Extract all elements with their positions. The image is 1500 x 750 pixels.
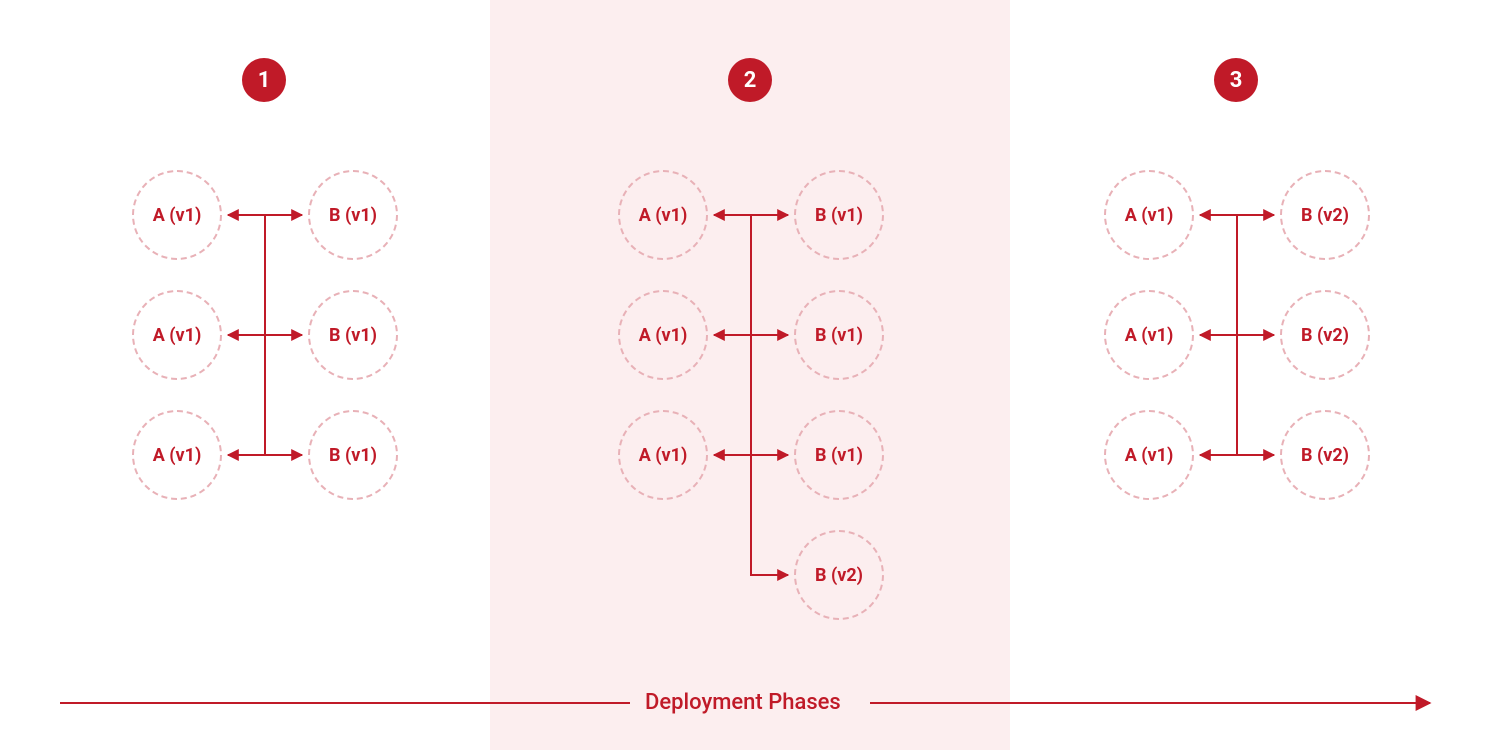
phase1-node-a-1: A (v1) (132, 170, 222, 260)
phase3-node-a-1: A (v1) (1104, 170, 1194, 260)
phase2-node-b-4: B (v2) (794, 530, 884, 620)
phase3-node-b-3: B (v2) (1280, 410, 1370, 500)
phase-badge-2: 2 (728, 58, 772, 102)
phase2-node-a-1: A (v1) (618, 170, 708, 260)
phase1-node-b-1: B (v1) (308, 170, 398, 260)
phase2-node-b-1: B (v1) (794, 170, 884, 260)
phase3-node-b-1: B (v2) (1280, 170, 1370, 260)
phase3-connectors (1194, 170, 1280, 500)
phase1-node-a-3: A (v1) (132, 410, 222, 500)
phase1-node-b-2: B (v1) (308, 290, 398, 380)
phase2-node-a-2: A (v1) (618, 290, 708, 380)
phase3-node-b-2: B (v2) (1280, 290, 1370, 380)
phase2-node-a-3: A (v1) (618, 410, 708, 500)
deployment-phases-label: Deployment Phases (645, 690, 841, 715)
phase1-node-b-3: B (v1) (308, 410, 398, 500)
phase3-node-a-2: A (v1) (1104, 290, 1194, 380)
phase-badge-1: 1 (242, 58, 286, 102)
phase1-node-a-2: A (v1) (132, 290, 222, 380)
phase2-node-b-3: B (v1) (794, 410, 884, 500)
phase3-node-a-3: A (v1) (1104, 410, 1194, 500)
phase2-node-b-2: B (v1) (794, 290, 884, 380)
phase2-connectors (708, 170, 794, 620)
phase-badge-3: 3 (1214, 58, 1258, 102)
phase1-connectors (222, 170, 308, 500)
